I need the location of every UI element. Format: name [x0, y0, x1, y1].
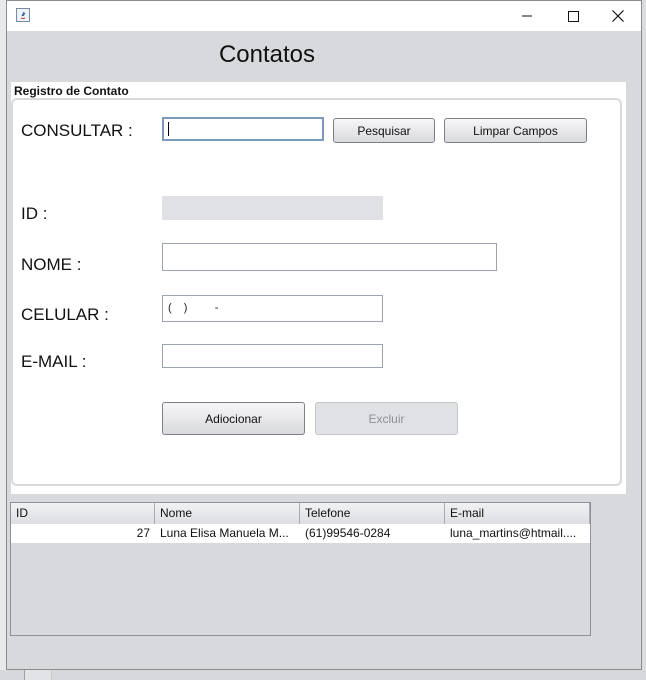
excluir-button: Excluir	[315, 402, 458, 435]
celular-input[interactable]: ( ) -	[162, 295, 383, 322]
email-input[interactable]	[162, 344, 383, 368]
nome-label: NOME :	[21, 255, 82, 274]
limpar-campos-button[interactable]: Limpar Campos	[444, 118, 587, 143]
maximize-button[interactable]	[550, 1, 596, 31]
background-app-right-edge	[642, 0, 646, 680]
registro-panel: Registro de Contato CONSULTAR : Pesquisa…	[11, 82, 626, 494]
id-label: ID :	[21, 204, 48, 223]
pesquisar-button[interactable]: Pesquisar	[333, 118, 435, 143]
cell-nome: Luna Elisa Manuela M...	[160, 526, 289, 540]
background-app-bottom-edge	[0, 670, 646, 680]
minimize-button[interactable]	[504, 1, 550, 31]
cell-telefone: (61)99546-0284	[305, 526, 391, 540]
column-header-email[interactable]: E-mail	[445, 503, 590, 524]
cell-email: luna_martins@htmail....	[450, 526, 577, 540]
celular-mask: ( ) -	[168, 302, 221, 314]
consultar-label: CONSULTAR :	[21, 121, 133, 140]
id-field	[162, 196, 383, 220]
minimize-icon	[522, 15, 532, 17]
celular-label: CELULAR :	[21, 305, 109, 324]
adicionar-button[interactable]: Adiocionar	[162, 402, 305, 435]
contacts-table[interactable]: ID Nome Telefone E-mail 27 Luna Elisa Ma…	[10, 502, 591, 636]
email-label: E-MAIL :	[21, 352, 87, 371]
title-bar[interactable]	[7, 1, 641, 31]
table-row[interactable]: 27 Luna Elisa Manuela M... (61)99546-028…	[11, 524, 590, 543]
maximize-icon	[567, 10, 579, 22]
table-header: ID Nome Telefone E-mail	[11, 503, 590, 525]
java-icon[interactable]	[16, 8, 30, 22]
column-header-telefone[interactable]: Telefone	[300, 503, 445, 524]
contatos-window: Contatos Registro de Contato CONSULTAR :…	[6, 0, 642, 670]
close-icon	[612, 10, 624, 22]
background-app-divider	[24, 670, 52, 680]
column-header-id[interactable]: ID	[11, 503, 155, 524]
cell-id: 27	[136, 526, 150, 540]
consultar-input[interactable]	[162, 117, 324, 141]
page-heading: Contatos	[218, 41, 316, 68]
panel-title: Registro de Contato	[14, 84, 129, 98]
nome-input[interactable]	[162, 243, 497, 271]
close-button[interactable]	[595, 1, 641, 31]
text-caret	[168, 122, 169, 136]
column-header-nome[interactable]: Nome	[155, 503, 300, 524]
